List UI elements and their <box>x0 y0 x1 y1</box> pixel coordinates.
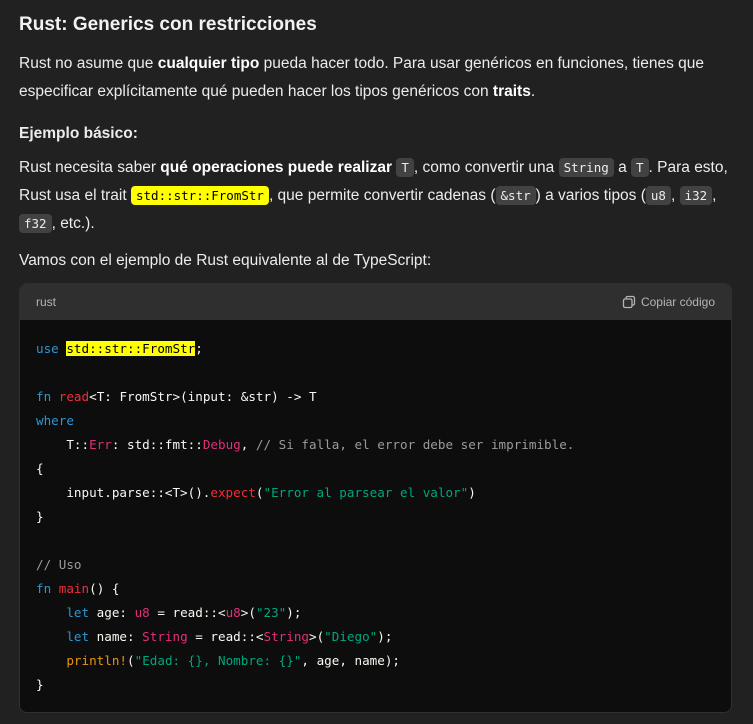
code-line: println!("Edad: {}, Nombre: {}", age, na… <box>66 653 400 668</box>
lead-in-paragraph: Vamos con el ejemplo de Rust equivalente… <box>19 252 432 269</box>
text: , que permite convertir cadenas ( <box>268 187 496 204</box>
code-line: fn read<T: FromStr>(input: &str) -> T <box>36 389 317 404</box>
text: Rust necesita saber <box>19 159 161 176</box>
code-line: input.parse::<T>().expect("Error al pars… <box>36 485 476 500</box>
code-block: rust Copiar código use std::str::FromStr… <box>19 283 732 713</box>
inline-code: T <box>631 158 649 177</box>
highlighted-inline-code: std::str::FromStr <box>131 186 269 205</box>
inline-code: i32 <box>679 186 713 205</box>
code-line: { <box>36 461 44 476</box>
inline-code: f32 <box>19 214 52 233</box>
bold-text: traits <box>492 83 531 100</box>
code-line: // Uso <box>36 557 82 572</box>
code-language-label: rust <box>36 295 57 309</box>
explanation-paragraph: Rust necesita saber qué operaciones pued… <box>19 154 731 238</box>
text: , <box>670 187 680 204</box>
code-block-header: rust Copiar código <box>20 284 731 320</box>
copy-code-button[interactable]: Copiar código <box>622 295 715 309</box>
text: , <box>712 187 717 204</box>
intro-paragraph: Rust no asume que cualquier tipo pueda h… <box>19 50 731 106</box>
code-line: let age: u8 = read::<u8>("23"); <box>66 605 302 620</box>
text: Rust no asume que <box>19 55 158 72</box>
text: . <box>530 83 536 100</box>
bold-text: cualquier tipo <box>157 55 260 72</box>
bold-text: qué operaciones puede realizar <box>160 159 393 176</box>
code-line: fn main() { <box>36 581 120 596</box>
copy-code-label: Copiar código <box>640 295 715 309</box>
section-heading: Ejemplo básico: <box>19 125 138 142</box>
inline-code: String <box>558 158 614 177</box>
code-line: let name: String = read::<String>("Diego… <box>66 629 393 644</box>
text: ) a varios tipos ( <box>535 187 646 204</box>
inline-code: T <box>396 158 414 177</box>
code-line: } <box>36 509 44 524</box>
copy-icon <box>622 295 636 309</box>
text: , etc.). <box>51 215 95 232</box>
inline-code: &str <box>495 186 536 205</box>
code-line: T::Err: std::fmt::Debug, // Si falla, el… <box>36 437 575 452</box>
code-line: } <box>36 677 44 692</box>
text: a <box>613 159 631 176</box>
message-title: Rust: Generics con restricciones <box>19 14 317 35</box>
inline-code: u8 <box>645 186 671 205</box>
text: , como convertir una <box>413 159 559 176</box>
code-content[interactable]: use std::str::FromStr; fn read<T: FromSt… <box>20 320 731 712</box>
code-line: where <box>36 413 74 428</box>
code-line: use std::str::FromStr; <box>36 341 203 356</box>
